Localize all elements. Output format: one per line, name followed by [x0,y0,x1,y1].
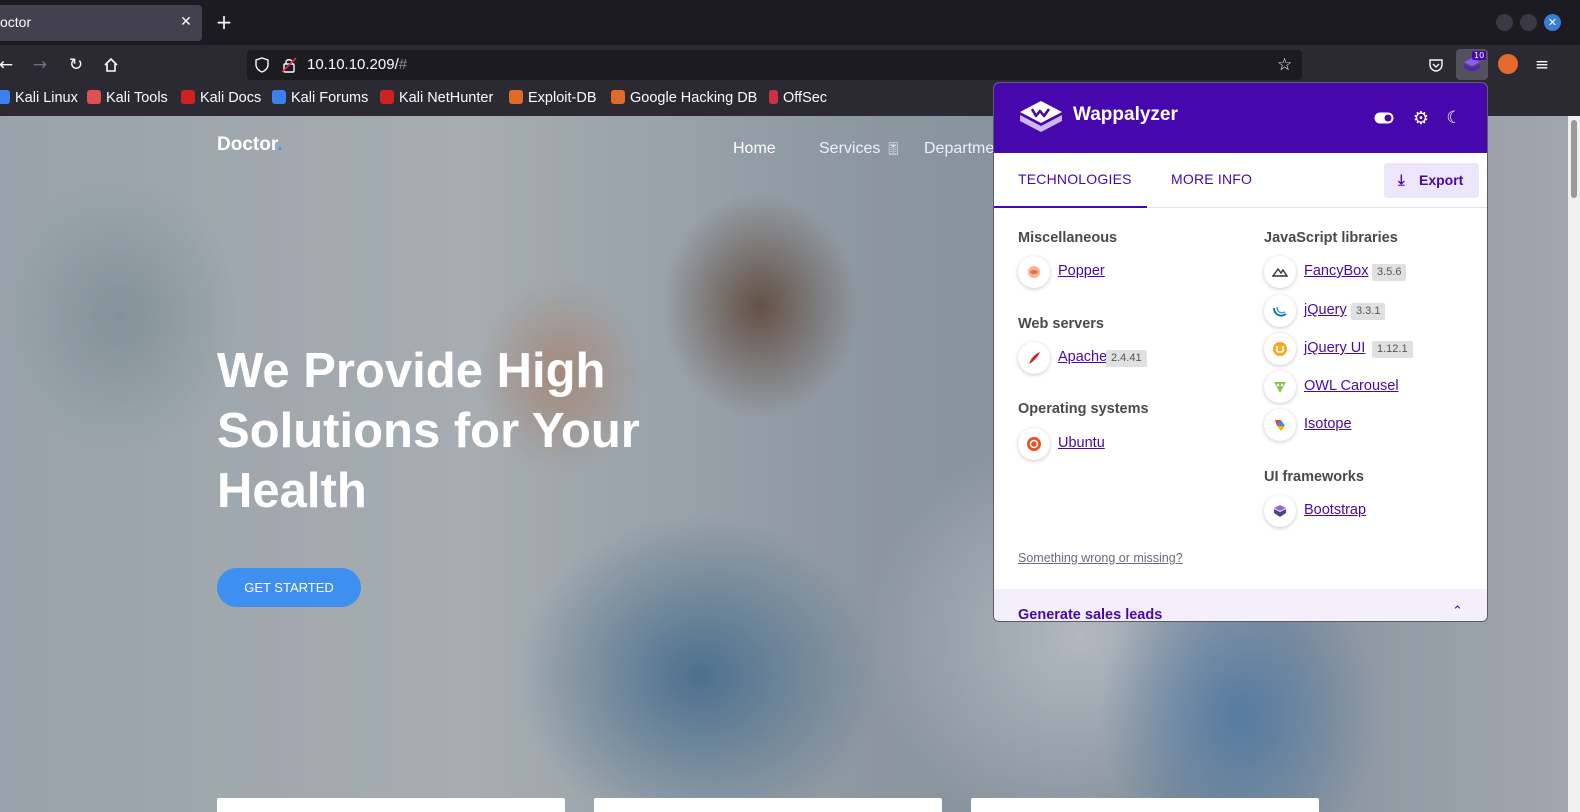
sales-leads-title: Generate sales leads [1018,607,1163,622]
get-started-button[interactable]: GET STARTED [217,568,361,607]
sales-leads-panel[interactable]: Generate sales leads ⌃ [994,589,1487,622]
dark-mode-moon-icon[interactable]: ☾ [1443,107,1465,129]
pocket-icon[interactable] [1424,53,1448,77]
bookmark-kali-forums[interactable]: Kali Forums [272,90,368,110]
wappalyzer-popup: Wappalyzer ⚙ ☾ TECHNOLOGIES MORE INFO ⤓ … [993,82,1488,622]
tab-more-info[interactable]: MORE INFO [1171,171,1252,187]
services-dropdown-icon: 🎚 [884,141,902,156]
offsec-icon [769,90,778,104]
technology-link[interactable]: FancyBox [1304,263,1368,279]
kali-dragon-icon [0,90,10,104]
feature-card [594,798,942,812]
kali-forums-icon [272,90,286,104]
exploit-db-icon [509,90,523,104]
technology-link[interactable]: Bootstrap [1304,502,1366,518]
reload-icon[interactable]: ↻ [64,53,88,77]
wappalyzer-extension-button[interactable]: 10 [1456,49,1488,80]
export-button[interactable]: ⤓ Export [1384,163,1479,198]
nethunter-icon [380,90,394,104]
url-bar[interactable]: 10.10.10.209/# ☆ [247,50,1302,80]
nav-services-link[interactable]: Services 🎚 [819,140,901,158]
bookmark-kali-tools[interactable]: Kali Tools [87,90,168,110]
minimize-button[interactable] [1496,14,1513,31]
technology-link[interactable]: OWL Carousel [1304,378,1399,394]
kali-docs-icon [181,90,195,104]
category-title: Miscellaneous [1018,230,1118,246]
download-icon: ⤓ [1398,172,1405,189]
url-text[interactable]: 10.10.10.209/# [307,56,407,73]
ghdb-icon [611,90,625,104]
jquery-icon [1264,295,1296,327]
owl-carousel-icon [1264,371,1296,403]
report-issue-link[interactable]: Something wrong or missing? [1018,551,1183,565]
hero-title: We Provide High Solutions for Your Healt… [217,344,640,518]
active-tab-indicator [994,206,1147,208]
feature-card [217,798,565,812]
kali-tools-icon [87,90,101,104]
version-badge: 1.12.1 [1372,341,1413,358]
extension-badge: 10 [1472,51,1487,60]
back-arrow-icon[interactable]: ← [0,53,18,77]
version-badge: 3.3.1 [1351,303,1386,320]
bookmark-star-icon[interactable]: ☆ [1277,55,1292,75]
browser-tab[interactable]: octor ✕ [0,5,202,41]
bookmark-google-hacking-db[interactable]: Google Hacking DB [611,90,757,110]
shield-icon[interactable] [254,57,270,77]
popper-icon [1018,256,1050,288]
tab-close-icon[interactable]: ✕ [176,12,196,32]
wappalyzer-header: Wappalyzer ⚙ ☾ [994,83,1487,153]
isotope-icon [1264,409,1296,441]
wappalyzer-logo-icon [1020,101,1062,132]
technology-link[interactable]: Isotope [1304,416,1352,432]
settings-gear-icon[interactable]: ⚙ [1410,107,1432,129]
technology-link[interactable]: Ubuntu [1058,435,1105,451]
category-title: JavaScript libraries [1264,230,1398,246]
page-scrollbar[interactable] [1568,116,1580,812]
bookmark-kali-docs[interactable]: Kali Docs [181,90,261,110]
home-icon[interactable] [99,53,123,77]
fox-extension-icon[interactable] [1498,54,1518,74]
bookmark-kali-linux[interactable]: Kali Linux [0,90,78,110]
feature-card [971,798,1319,812]
bootstrap-icon [1264,495,1296,527]
tab-title: octor [0,14,32,30]
ubuntu-icon [1018,428,1050,460]
category-title: Operating systems [1018,401,1149,417]
new-tab-button[interactable]: + [212,11,236,35]
apache-feather-icon [1018,342,1050,374]
category-title: Web servers [1018,316,1104,332]
insecure-lock-icon[interactable] [281,57,297,77]
technology-link[interactable]: Popper [1058,263,1105,279]
jquery-ui-icon [1264,333,1296,365]
forward-arrow-icon[interactable]: → [28,53,52,77]
window-close-button[interactable]: ✕ [1544,14,1561,31]
chevron-up-icon[interactable]: ⌃ [1452,603,1463,619]
category-title: UI frameworks [1264,469,1364,485]
fancybox-icon [1264,256,1296,288]
tab-technologies[interactable]: TECHNOLOGIES [1018,171,1132,187]
navigation-toolbar: ← → ↻ 10.10.10.209/# ☆ 10 ≡ [0,45,1580,84]
technology-link[interactable]: jQuery UI [1304,340,1365,356]
version-badge: 2.4.41 [1106,350,1147,367]
bookmark-kali-nethunter[interactable]: Kali NetHunter [380,90,493,110]
scrollbar-thumb[interactable] [1571,120,1577,198]
menu-hamburger-icon[interactable]: ≡ [1530,53,1554,77]
tab-bar: octor ✕ + ✕ [0,0,1580,45]
wappalyzer-title: Wappalyzer [1073,104,1178,125]
site-logo[interactable]: Doctor. [217,134,282,156]
version-badge: 3.5.6 [1372,264,1407,281]
nav-departments-link[interactable]: Departme [924,140,994,158]
maximize-button[interactable] [1520,14,1537,31]
bookmark-offsec[interactable]: OffSec [769,90,827,110]
nav-home-link[interactable]: Home [733,140,776,158]
technology-link[interactable]: jQuery [1304,302,1347,318]
technology-link[interactable]: Apache [1058,349,1107,365]
toggle-switch-icon[interactable] [1373,107,1395,129]
bookmark-exploit-db[interactable]: Exploit-DB [509,90,597,110]
